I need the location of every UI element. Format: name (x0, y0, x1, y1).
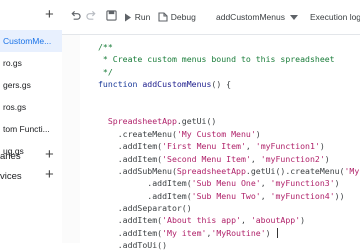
code-token: 'My Custom Menu' (176, 128, 256, 139)
code-token: ) (300, 215, 306, 226)
code-token: SpreadsheetApp (176, 165, 246, 176)
code-line: .addItem('My item','MyRoutine') (98, 227, 359, 239)
code-token: .getUi() (176, 116, 217, 127)
code-line: .addItem('First Menu Item', 'myFunction1… (98, 140, 359, 152)
code-token: .createMenu( (98, 128, 177, 139)
debug-label: Debug (170, 12, 196, 22)
code-token: 'myFunction2' (260, 153, 325, 164)
code-token: .addItem( (98, 215, 163, 226)
dropdown-arrow-icon (289, 14, 298, 20)
code-line: */ (98, 66, 359, 78)
code-area[interactable]: /** * Create custom menus bound to this … (98, 41, 359, 252)
add-library-plus-icon[interactable]: + (45, 147, 54, 163)
code-line: function addCustomMenus() { (98, 78, 359, 90)
code-token: 'Second Menu Item' (162, 153, 251, 164)
code-token: , (250, 153, 261, 164)
debug-button[interactable]: Debug (158, 10, 196, 25)
code-line: * Create custom menus bound to this spre… (98, 53, 359, 65)
code-token: ) (319, 141, 325, 152)
code-token: 'myFunction1' (255, 141, 320, 152)
code-token: 'aboutApp' (250, 215, 301, 226)
run-label: Run (134, 12, 151, 22)
code-token: 'First Menu Item' (162, 141, 246, 152)
add-file-plus-icon[interactable]: + (45, 7, 54, 22)
file-item[interactable]: gers.gs (0, 74, 62, 96)
code-token: .addItem( (98, 178, 192, 189)
undo-icon[interactable] (70, 10, 81, 21)
execution-log-button[interactable]: Execution log (310, 10, 360, 24)
code-token: ) (324, 153, 330, 164)
function-select[interactable]: addCustomMenus (216, 10, 298, 25)
code-token: * Create custom menus bound to this spre… (98, 54, 335, 65)
debug-icon (158, 12, 168, 22)
code-token: )) (334, 190, 345, 201)
code-token: 'My (344, 165, 360, 176)
code-token: .addItem( (98, 190, 192, 201)
code-line: .createMenu('My Custom Menu') (98, 128, 359, 140)
file-item[interactable]: CustomMe... (0, 30, 62, 52)
editor-toolbar: Run Debug addCustomMenus Execution log (62, 0, 360, 35)
code-token: 'About this app' (162, 215, 241, 226)
code-token: 'Sub Menu Two' (191, 190, 261, 201)
code-token: function (98, 79, 143, 90)
code-token: .addSeparator() (98, 203, 192, 214)
code-token: SpreadsheetApp (107, 116, 177, 127)
code-token: , (240, 215, 251, 226)
function-select-value: addCustomMenus (216, 12, 285, 22)
code-line: .addSubMenu(SpreadsheetApp.getUi().creat… (98, 165, 360, 177)
redo-icon[interactable] (86, 10, 97, 21)
code-line: /** (98, 41, 359, 53)
code-token: .addItem( (98, 141, 163, 152)
code-line: .addToUi() (98, 239, 359, 251)
code-token: ) (265, 227, 271, 238)
save-icon[interactable] (106, 10, 117, 21)
code-token: () { (211, 79, 232, 90)
file-item[interactable]: ro.gs (0, 52, 62, 74)
code-token: , (245, 141, 256, 152)
file-list: CustomMe... ro.gs gers.gs ros.gs tom Functi.… (0, 30, 62, 162)
code-token: .addItem( (98, 153, 163, 164)
code-line: .addItem('Sub Menu Two', 'myFunction4')) (98, 190, 359, 202)
code-token: .addSubMenu( (98, 165, 177, 176)
code-token: , (260, 190, 271, 201)
code-line: .addSeparator() (98, 202, 359, 214)
code-token: , (260, 178, 271, 189)
files-panel: + CustomMe... ro.gs gers.gs ros.gs tom Funct… (0, 0, 63, 243)
code-token: 'MyRoutine' (211, 227, 266, 238)
code-token: ) (334, 178, 340, 189)
code-token: .addItem( (98, 227, 163, 238)
code-token: */ (98, 66, 113, 77)
code-token: 'My item' (162, 227, 207, 238)
editor-gutter (62, 35, 80, 243)
run-play-icon (124, 13, 132, 22)
text-cursor (276, 228, 278, 239)
code-line: .addItem('About this app', 'aboutApp') (98, 214, 359, 226)
services-label: vices (0, 171, 22, 182)
code-line: .addItem('Sub Menu One', 'myFunction3') (98, 177, 359, 189)
run-button[interactable]: Run (124, 10, 150, 25)
code-token: /** (98, 42, 113, 52)
add-service-plus-icon[interactable]: + (45, 167, 54, 183)
code-token: 'myFunction4' (270, 190, 335, 201)
code-token: .addToUi() (98, 240, 168, 251)
code-editor[interactable]: /** * Create custom menus bound to this … (62, 35, 360, 250)
code-token: ) (255, 128, 261, 139)
libraries-section: aries + (0, 147, 62, 165)
libraries-label: aries (0, 151, 21, 162)
services-section: vices + (0, 167, 62, 185)
file-item[interactable]: tom Functi... (0, 118, 62, 140)
file-item[interactable]: ros.gs (0, 96, 62, 118)
code-token: addCustomMenus (142, 79, 212, 90)
code-token: 'Sub Menu One' (191, 178, 261, 189)
code-token: .getUi().createMenu( (245, 165, 345, 176)
code-token: 'myFunction3' (270, 178, 335, 189)
code-line: .addItem('Second Menu Item', 'myFunction… (98, 153, 359, 165)
code-line: SpreadsheetApp.getUi() (98, 115, 359, 127)
